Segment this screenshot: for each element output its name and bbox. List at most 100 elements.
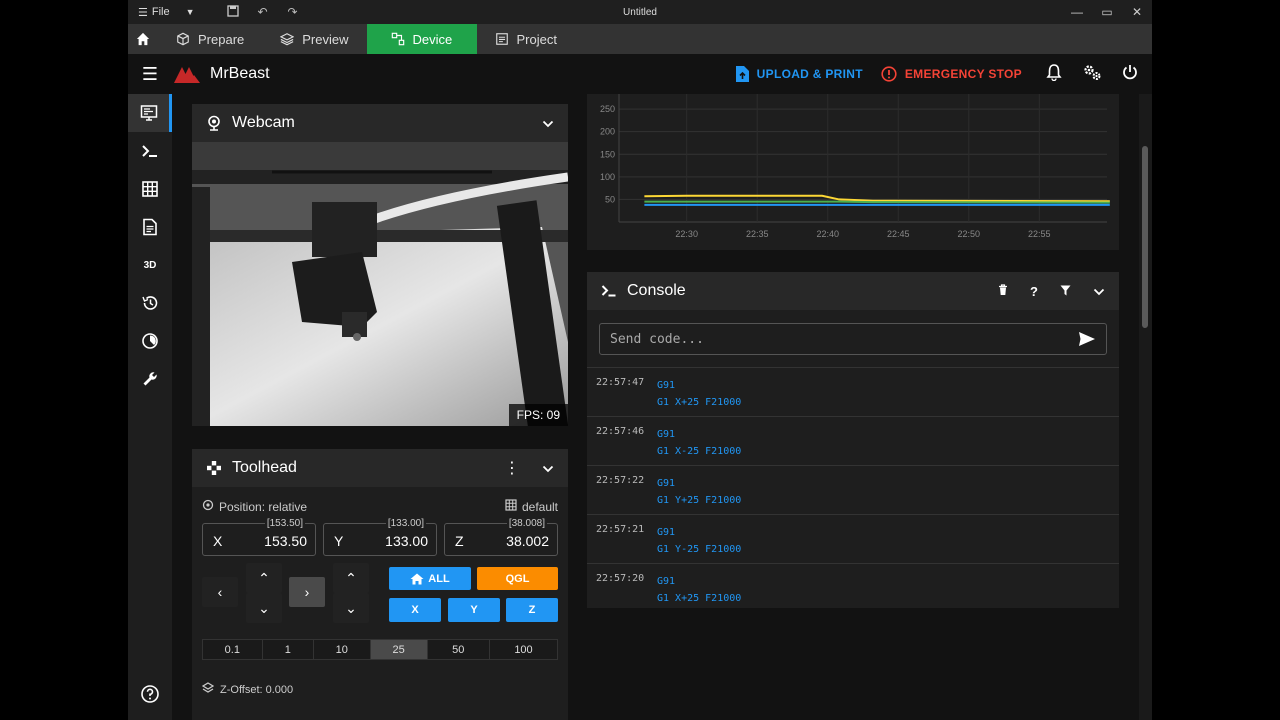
chevron-down-icon[interactable] bbox=[542, 461, 554, 476]
console-entry-command[interactable]: G91 bbox=[657, 475, 741, 492]
redo-icon[interactable]: ↷ bbox=[283, 5, 303, 19]
toolhead-body: Position: relative default [153.50] X 15… bbox=[192, 487, 568, 720]
y-axis-label: Y bbox=[334, 533, 344, 549]
step-option[interactable]: 100 bbox=[489, 640, 557, 659]
scrollbar-thumb[interactable] bbox=[1142, 146, 1148, 328]
emergency-stop-button[interactable]: EMERGENCY STOP bbox=[881, 66, 1022, 82]
tab-project-label: Project bbox=[516, 31, 557, 47]
console-entry-command[interactable]: G1 Y+25 F21000 bbox=[657, 492, 741, 509]
tab-preview-label: Preview bbox=[302, 31, 349, 47]
x-original-value: [153.50] bbox=[264, 518, 305, 529]
chart-y-tick-label: 150 bbox=[600, 149, 615, 159]
jog-x-plus-button[interactable]: › bbox=[289, 577, 325, 607]
tab-device[interactable]: Device bbox=[366, 24, 477, 54]
tab-preview[interactable]: Preview bbox=[262, 24, 366, 54]
x-position-field[interactable]: [153.50] X 153.50 bbox=[202, 518, 316, 556]
step-option[interactable]: 10 bbox=[313, 640, 371, 659]
filter-icon[interactable] bbox=[1060, 284, 1071, 299]
chart-x-tick-label: 22:40 bbox=[816, 229, 839, 239]
sidebar-item-timelapse[interactable] bbox=[128, 322, 172, 360]
bell-icon[interactable] bbox=[1044, 63, 1064, 86]
mesh-profile-label[interactable]: default bbox=[522, 500, 558, 514]
console-entry-command[interactable]: G1 X+25 F21000 bbox=[657, 394, 741, 411]
console-entry-time: 22:57:20 bbox=[596, 573, 645, 584]
step-option[interactable]: 1 bbox=[262, 640, 314, 659]
home-z-label: Z bbox=[528, 604, 536, 616]
save-icon[interactable] bbox=[223, 4, 243, 20]
cogs-icon[interactable] bbox=[1082, 63, 1102, 86]
upload-print-button[interactable]: UPLOAD & PRINT bbox=[735, 66, 863, 82]
minimize-icon[interactable]: — bbox=[1070, 5, 1084, 19]
jog-z-plus-button[interactable]: ⌃ bbox=[333, 563, 369, 593]
power-icon[interactable] bbox=[1120, 64, 1140, 85]
home-y-label: Y bbox=[470, 604, 478, 616]
hamburger-menu-icon[interactable]: ☰ bbox=[128, 64, 172, 85]
close-icon[interactable]: ✕ bbox=[1130, 5, 1144, 19]
sidebar-item-heightmap[interactable] bbox=[128, 170, 172, 208]
sidebar-item-3d-viewer[interactable]: 3D bbox=[128, 246, 172, 284]
toolhead-header[interactable]: Toolhead ⋮ bbox=[192, 449, 568, 487]
sidebar-item-console[interactable] bbox=[128, 132, 172, 170]
app-window: ☰ File ▼ ↶ ↷ Untitled — ▭ ✕ Prepare Prev… bbox=[128, 0, 1152, 720]
z-position-field[interactable]: [38.008] Z 38.002 bbox=[444, 518, 558, 556]
crosshair-icon bbox=[202, 499, 214, 514]
sidebar-item-dashboard[interactable] bbox=[128, 94, 172, 132]
sidebar-item-gcode-files[interactable] bbox=[128, 208, 172, 246]
console-entry-command[interactable]: G91 bbox=[657, 524, 741, 541]
main-scrollbar[interactable] bbox=[1139, 94, 1152, 720]
trash-icon[interactable] bbox=[998, 283, 1008, 299]
file-menu[interactable]: ☰ File ▼ bbox=[138, 6, 195, 19]
console-entry-command[interactable]: G91 bbox=[657, 573, 741, 590]
console-entry-time: 22:57:22 bbox=[596, 475, 645, 486]
qgl-button[interactable]: QGL bbox=[477, 567, 558, 590]
console-entry-command[interactable]: G1 X+25 F21000 bbox=[657, 590, 741, 607]
project-icon bbox=[495, 33, 508, 45]
console-command-input[interactable]: Send code... bbox=[599, 323, 1107, 355]
home-y-button[interactable]: Y bbox=[448, 598, 500, 622]
step-option-selected[interactable]: 25 bbox=[370, 640, 428, 659]
tab-prepare[interactable]: Prepare bbox=[158, 24, 262, 54]
zoffset-row[interactable]: Z-Offset: 0.000 bbox=[201, 682, 293, 697]
chevron-down-icon[interactable] bbox=[542, 116, 554, 131]
help-circle-icon[interactable] bbox=[140, 684, 160, 704]
console-entry-command[interactable]: G1 X-25 F21000 bbox=[657, 443, 741, 460]
jog-z-minus-button[interactable]: ⌄ bbox=[333, 593, 369, 623]
help-icon[interactable]: ? bbox=[1030, 284, 1038, 299]
console-icon bbox=[142, 145, 157, 157]
layers-icon bbox=[201, 682, 215, 697]
console-entry-time: 22:57:47 bbox=[596, 377, 645, 388]
jog-y-plus-button[interactable]: ⌃ bbox=[246, 563, 282, 593]
chevron-down-icon[interactable] bbox=[1093, 284, 1105, 299]
console-header[interactable]: Console ? bbox=[587, 272, 1119, 310]
tab-home[interactable] bbox=[128, 24, 158, 54]
sidebar-item-history[interactable] bbox=[128, 284, 172, 322]
more-vertical-icon[interactable]: ⋮ bbox=[504, 458, 520, 478]
home-all-button[interactable]: ALL bbox=[389, 567, 471, 590]
console-entry: 22:57:21 G91 G1 Y-25 F21000 bbox=[587, 514, 1119, 563]
tab-project[interactable]: Project bbox=[477, 24, 575, 54]
position-mode-label[interactable]: Position: relative bbox=[219, 500, 307, 514]
console-entry-command[interactable]: G91 bbox=[657, 426, 741, 443]
upload-file-icon bbox=[735, 66, 749, 82]
console-entry: 22:57:20 G91 G1 X+25 F21000 bbox=[587, 563, 1119, 612]
undo-icon[interactable]: ↶ bbox=[253, 5, 273, 19]
console-entry-command[interactable]: G91 bbox=[657, 377, 741, 394]
webcam-title: Webcam bbox=[232, 114, 295, 131]
send-icon[interactable] bbox=[1078, 331, 1096, 347]
step-option[interactable]: 0.1 bbox=[203, 640, 263, 659]
home-z-button[interactable]: Z bbox=[506, 598, 558, 622]
printer-name[interactable]: MrBeast bbox=[210, 65, 270, 83]
jog-y-minus-button[interactable]: ⌄ bbox=[246, 593, 282, 623]
console-entry-command[interactable]: G1 Y-25 F21000 bbox=[657, 541, 741, 558]
step-option[interactable]: 50 bbox=[427, 640, 490, 659]
z-axis-label: Z bbox=[455, 533, 464, 549]
home-x-button[interactable]: X bbox=[389, 598, 441, 622]
chart-y-tick-label: 50 bbox=[605, 194, 615, 204]
sidebar-item-machine[interactable] bbox=[128, 360, 172, 398]
title-bar: ☰ File ▼ ↶ ↷ Untitled — ▭ ✕ bbox=[128, 0, 1152, 24]
chart-y-tick-label: 200 bbox=[600, 127, 615, 137]
webcam-header[interactable]: Webcam bbox=[192, 104, 568, 142]
y-position-field[interactable]: [133.00] Y 133.00 bbox=[323, 518, 437, 556]
maximize-icon[interactable]: ▭ bbox=[1100, 5, 1114, 19]
jog-x-minus-button[interactable]: ‹ bbox=[202, 577, 238, 607]
